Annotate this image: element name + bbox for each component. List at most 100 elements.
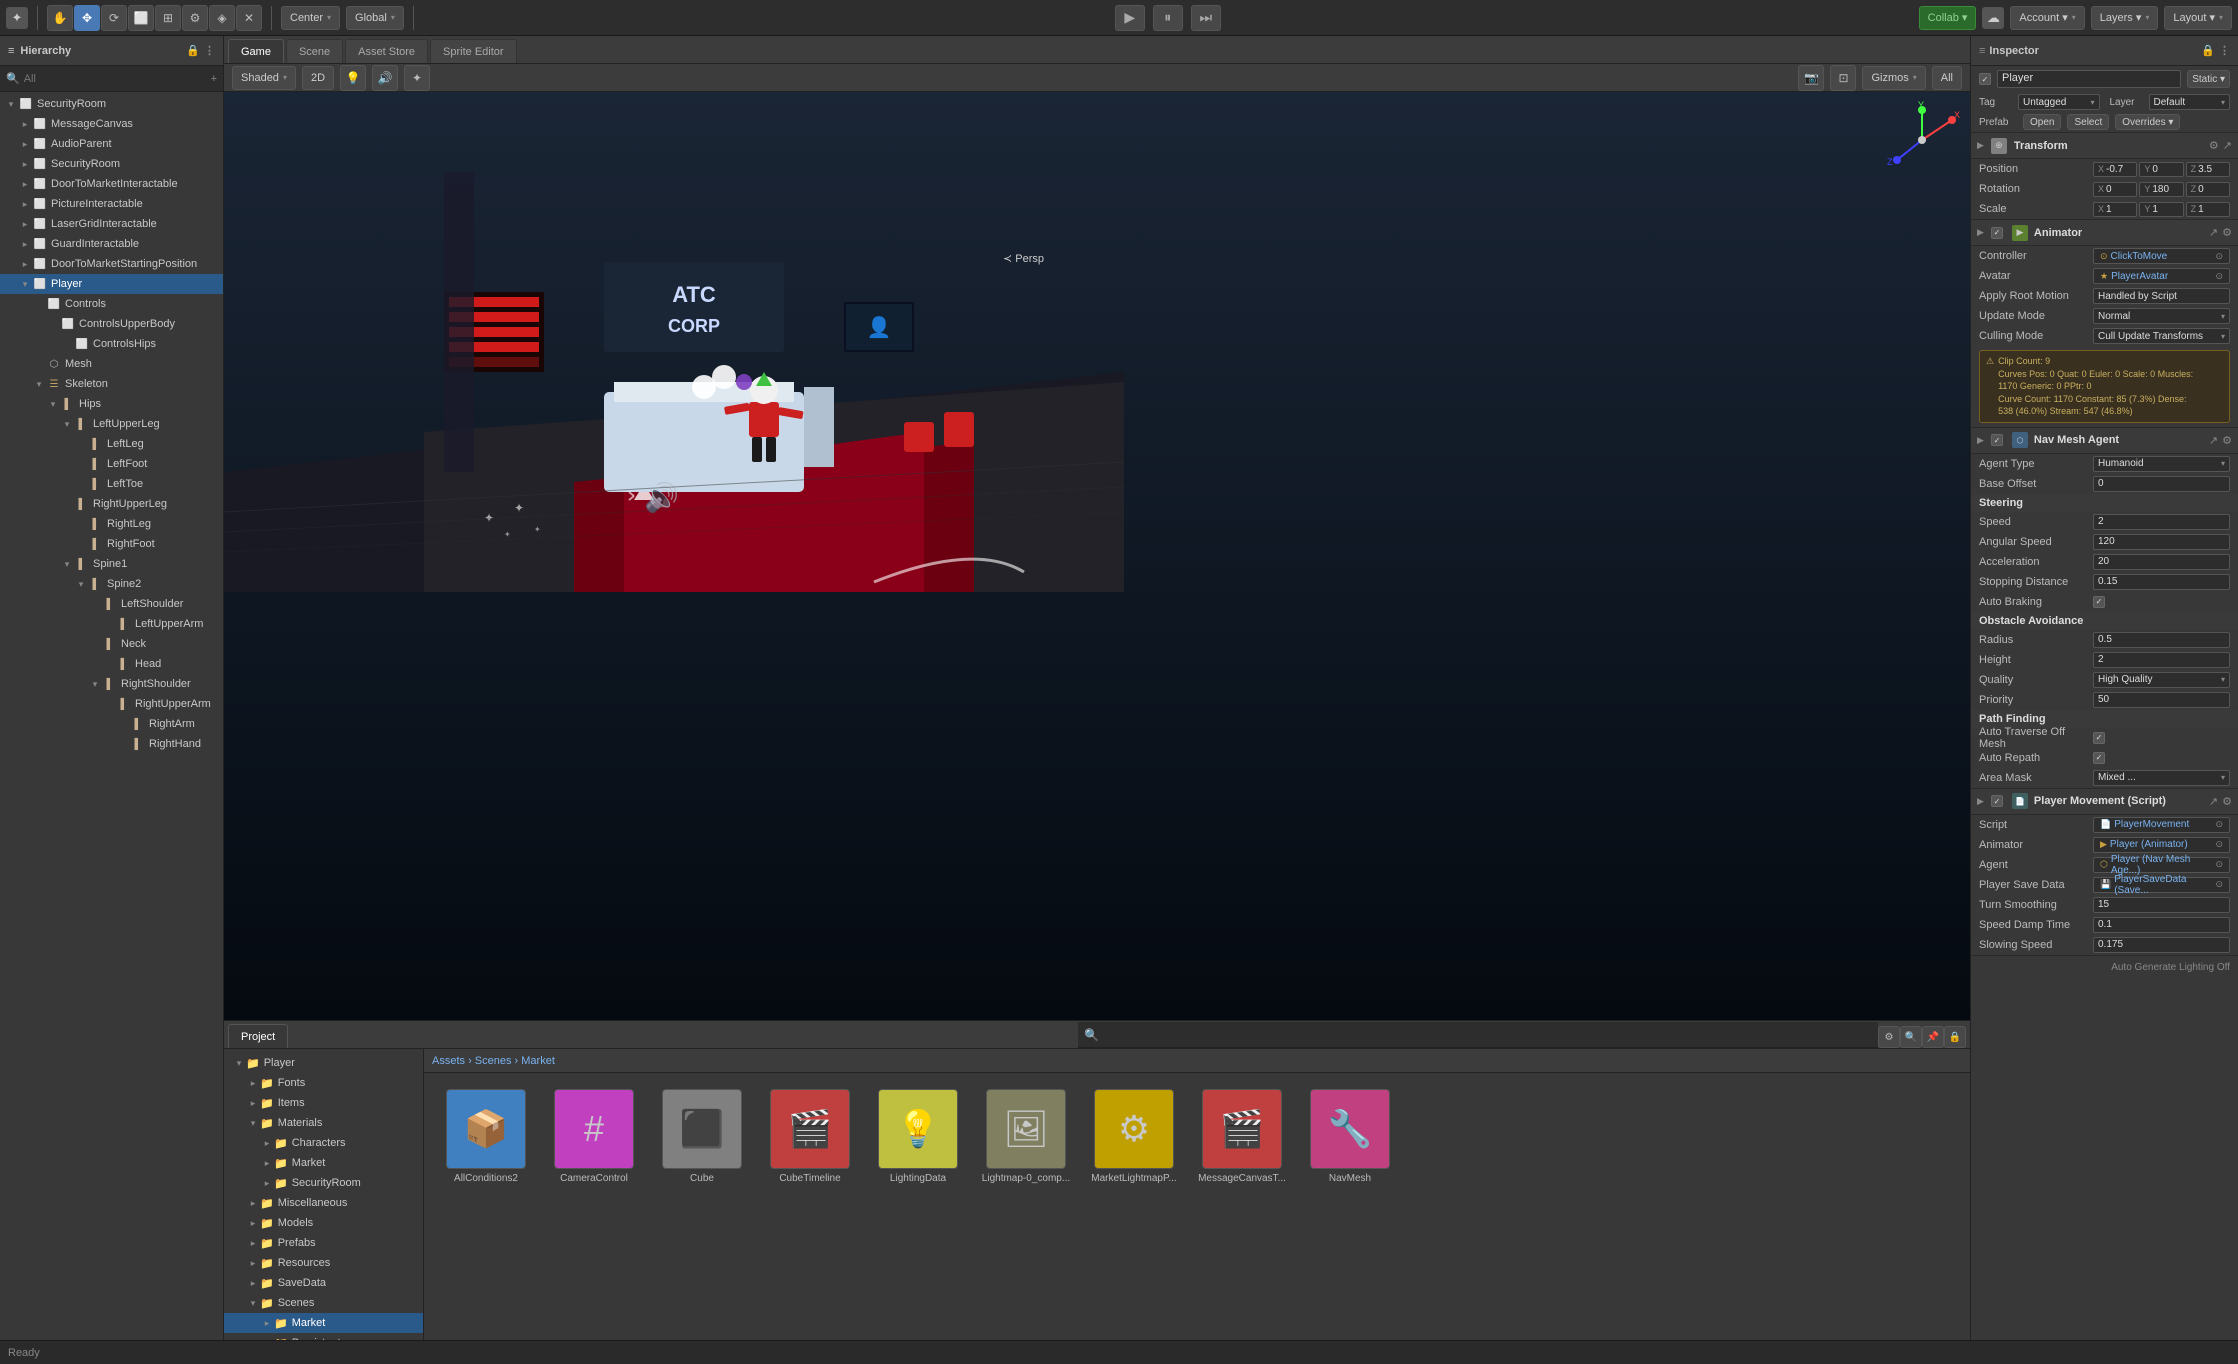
asset-item[interactable]: 💡LightingData (868, 1085, 968, 1188)
hierarchy-item[interactable]: ▌RightUpperLeg (0, 494, 223, 514)
script-field[interactable]: 📄 PlayerMovement ⊙ (2093, 817, 2230, 833)
hierarchy-item[interactable]: ▌Neck (0, 634, 223, 654)
project-tree-item[interactable]: ▾📁Player (224, 1053, 423, 1073)
player-movement-link-icon[interactable]: ↗ (2209, 795, 2218, 808)
pm-agent-field[interactable]: ⬡ Player (Nav Mesh Age...) ⊙ (2093, 857, 2230, 873)
project-pin-btn[interactable]: 📌 (1922, 1026, 1944, 1048)
project-tree-item[interactable]: ▸📁Items (224, 1093, 423, 1113)
player-movement-header[interactable]: ▶ ✓ 📄 Player Movement (Script) ↗ ⚙ (1971, 789, 2238, 815)
static-dropdown[interactable]: Static ▾ (2187, 70, 2230, 88)
hierarchy-item[interactable]: ▌RightUpperArm (0, 694, 223, 714)
position-x-field[interactable]: X -0.7 (2093, 162, 2137, 177)
speed-damp-time-field[interactable]: 0.1 (2093, 917, 2230, 933)
scene-viewport[interactable]: ATC CORP 👤 (224, 92, 1970, 1020)
project-tree-item[interactable]: ▸📁Miscellaneous (224, 1193, 423, 1213)
area-mask-dropdown[interactable]: Mixed ... ▾ (2093, 770, 2230, 786)
update-mode-dropdown[interactable]: Normal ▾ (2093, 308, 2230, 324)
scale-z-field[interactable]: Z 1 (2186, 202, 2230, 217)
tag-dropdown[interactable]: Untagged ▾ (2018, 94, 2100, 110)
nav-mesh-agent-header[interactable]: ▶ ✓ ⬡ Nav Mesh Agent ↗ ⚙ (1971, 428, 2238, 454)
scale-tool[interactable]: ⬜ (128, 5, 154, 31)
hand-tool[interactable]: ✋ (47, 5, 73, 31)
pivot-global-btn[interactable]: Global ▾ (346, 6, 404, 30)
player-save-data-field[interactable]: 💾 PlayerSaveData (Save... ⊙ (2093, 877, 2230, 893)
animator-checkbox[interactable]: ✓ (1991, 227, 2003, 239)
custom-tool[interactable]: ◈ (209, 5, 235, 31)
hierarchy-item[interactable]: ▌RightHand (0, 734, 223, 754)
hierarchy-item[interactable]: ▌LeftUpperArm (0, 614, 223, 634)
nav-mesh-checkbox[interactable]: ✓ (1991, 434, 2003, 446)
agent-type-dropdown[interactable]: Humanoid ▾ (2093, 456, 2230, 472)
hierarchy-item[interactable]: ▌LeftLeg (0, 434, 223, 454)
controller-field[interactable]: ⊙ ClickToMove ⊙ (2093, 248, 2230, 264)
turn-smoothing-field[interactable]: 15 (2093, 897, 2230, 913)
step-button[interactable]: ⏭ (1191, 5, 1221, 31)
tab-sprite-editor[interactable]: Sprite Editor (430, 39, 517, 63)
play-button[interactable]: ▶ (1115, 5, 1145, 31)
layers-filter-dropdown[interactable]: All (1932, 66, 1962, 90)
auto-braking-checkbox[interactable]: ✓ (2093, 596, 2105, 608)
hierarchy-item[interactable]: ▸⬜DoorToMarketInteractable (0, 174, 223, 194)
hierarchy-item[interactable]: ▸⬜LaserGridInteractable (0, 214, 223, 234)
persp-btn[interactable]: ⊡ (1830, 65, 1856, 91)
rotation-x-field[interactable]: X 0 (2093, 182, 2137, 197)
hierarchy-item[interactable]: ⬜Controls (0, 294, 223, 314)
pivot-center-btn[interactable]: Center ▾ (281, 6, 340, 30)
asset-item[interactable]: #CameraControl (544, 1085, 644, 1188)
hierarchy-item[interactable]: ▌Head (0, 654, 223, 674)
hierarchy-item[interactable]: ▸⬜PictureInteractable (0, 194, 223, 214)
gameobject-active-checkbox[interactable]: ✓ (1979, 73, 1991, 85)
move-tool[interactable]: ✥ (74, 5, 100, 31)
lighting-btn[interactable]: 💡 (340, 65, 366, 91)
prefab-overrides-dropdown[interactable]: Overrides ▾ (2115, 114, 2180, 130)
hierarchy-item[interactable]: ▌LeftShoulder (0, 594, 223, 614)
hierarchy-item[interactable]: ▌RightLeg (0, 514, 223, 534)
hierarchy-item[interactable]: ⬡Mesh (0, 354, 223, 374)
asset-item[interactable]: 🖼Lightmap-0_comp... (976, 1085, 1076, 1188)
slowing-speed-field[interactable]: 0.175 (2093, 937, 2230, 953)
speed-field[interactable]: 2 (2093, 514, 2230, 530)
project-tree-item[interactable]: ▸📁Persistent (224, 1333, 423, 1340)
pm-animator-field[interactable]: ▶ Player (Animator) ⊙ (2093, 837, 2230, 853)
project-lock-btn[interactable]: 🔒 (1944, 1026, 1966, 1048)
project-settings-btn[interactable]: ⚙ (1878, 1026, 1900, 1048)
hierarchy-item[interactable]: ▸⬜AudioParent (0, 134, 223, 154)
project-tree-item[interactable]: ▸📁Resources (224, 1253, 423, 1273)
animator-header[interactable]: ▶ ✓ ▶ Animator ↗ ⚙ (1971, 220, 2238, 246)
hierarchy-item[interactable]: ⬜ControlsHips (0, 334, 223, 354)
rotation-y-field[interactable]: Y 180 (2139, 182, 2183, 197)
rect-tool[interactable]: ⊞ (155, 5, 181, 31)
account-button[interactable]: Account ▾ ▾ (2010, 6, 2084, 30)
hierarchy-item[interactable]: ▾⬜Player (0, 274, 223, 294)
hierarchy-lock-icon[interactable]: 🔒 (186, 44, 200, 57)
audio-btn[interactable]: 🔊 (372, 65, 398, 91)
rotate-tool[interactable]: ⟳ (101, 5, 127, 31)
pause-button[interactable]: ⏸ (1153, 5, 1183, 31)
effects-btn[interactable]: ✦ (404, 65, 430, 91)
transform-header[interactable]: ▶ ⊕ Transform ⚙ ↗ (1971, 133, 2238, 159)
asset-item[interactable]: 🎬MessageCanvasT... (1192, 1085, 1292, 1188)
inspector-lock-icon[interactable]: 🔒 (2201, 44, 2215, 57)
collab-button[interactable]: Collab ▾ (1919, 6, 1977, 30)
2d-button[interactable]: 2D (302, 66, 334, 90)
auto-traverse-checkbox[interactable]: ✓ (2093, 732, 2105, 744)
radius-field[interactable]: 0.5 (2093, 632, 2230, 648)
hierarchy-more-icon[interactable]: ⋮ (204, 44, 215, 57)
hierarchy-item[interactable]: ▌RightArm (0, 714, 223, 734)
hierarchy-item[interactable]: ▾▌RightShoulder (0, 674, 223, 694)
transform-settings-icon[interactable]: ⚙ (2209, 139, 2219, 152)
hierarchy-item[interactable]: ▸⬜GuardInteractable (0, 234, 223, 254)
project-tree-item[interactable]: ▸📁SecurityRoom (224, 1173, 423, 1193)
auto-repath-checkbox[interactable]: ✓ (2093, 752, 2105, 764)
hierarchy-item[interactable]: ▾▌Spine1 (0, 554, 223, 574)
inspector-more-icon[interactable]: ⋮ (2219, 44, 2230, 57)
scale-x-field[interactable]: X 1 (2093, 202, 2137, 217)
nav-mesh-settings-icon[interactable]: ⚙ (2222, 434, 2232, 447)
hierarchy-item[interactable]: ▸⬜MessageCanvas (0, 114, 223, 134)
asset-item[interactable]: ⚙MarketLightmapP... (1084, 1085, 1184, 1188)
tab-project[interactable]: Project (228, 1024, 288, 1048)
asset-item[interactable]: ⬛Cube (652, 1085, 752, 1188)
layers-button[interactable]: Layers ▾ ▾ (2091, 6, 2159, 30)
animator-settings-icon[interactable]: ⚙ (2222, 226, 2232, 239)
hierarchy-item[interactable]: ▾▌Spine2 (0, 574, 223, 594)
